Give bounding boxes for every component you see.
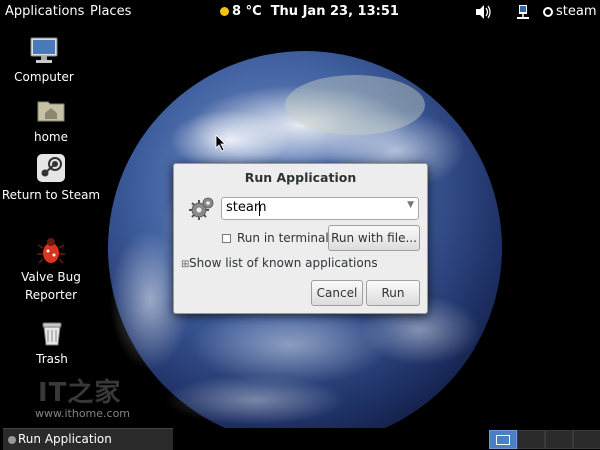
run-in-terminal-label: Run in terminal — [237, 231, 329, 245]
run-in-terminal-checkbox[interactable]: Run in terminal — [222, 231, 329, 245]
bug-icon — [37, 238, 65, 264]
run-button[interactable]: Run — [366, 280, 420, 306]
text-caret — [259, 201, 260, 216]
desktop-icon-label: Computer — [14, 70, 74, 84]
workspace-3[interactable] — [545, 430, 573, 449]
workspace-1[interactable] — [489, 430, 517, 449]
desktop-icon-label: home — [33, 130, 69, 144]
desktop-icon-trash[interactable]: Trash — [2, 316, 102, 368]
user-menu[interactable]: steam — [543, 0, 597, 24]
desktop-icon-computer[interactable]: Computer — [0, 34, 94, 86]
window-thumbnail-icon — [496, 435, 510, 445]
run-application-dialog: Run Application steam ▼ Run in terminal … — [173, 163, 428, 314]
weather-temperature: 8 °C — [232, 4, 262, 19]
expander-plus-icon: ⊞ — [181, 259, 190, 270]
dialog-title: Run Application — [244, 170, 357, 185]
taskbar-item-run-application[interactable]: Run Application — [3, 428, 173, 450]
watermark-logo: IT之家 — [38, 372, 121, 409]
top-panel: Applications Places 8 °C Thu Jan 23, 13:… — [0, 0, 600, 24]
gears-icon — [189, 197, 214, 220]
show-list-expander[interactable]: ⊞Show list of known applications — [181, 256, 378, 270]
run-with-file-button[interactable]: Run with file... — [328, 225, 420, 251]
desktop-icon-valve-bug-reporter[interactable]: Valve Bug Reporter — [1, 234, 101, 304]
command-input-value: steam — [226, 200, 267, 215]
home-folder-icon — [37, 101, 65, 122]
watermark-brand: IT之家 — [38, 378, 122, 408]
desktop-icon-label: Valve Bug Reporter — [21, 270, 81, 302]
applications-menu[interactable]: Applications — [5, 0, 84, 24]
bottom-panel: Run Application — [0, 428, 600, 450]
clock[interactable]: 8 °C Thu Jan 23, 13:51 — [220, 0, 399, 24]
command-input[interactable]: steam ▼ — [221, 197, 419, 220]
network-icon[interactable] — [516, 0, 530, 24]
volume-icon[interactable] — [474, 0, 492, 24]
desktop-icon-return-to-steam[interactable]: Return to Steam — [1, 152, 101, 204]
trash-icon — [42, 322, 62, 346]
computer-icon — [30, 37, 58, 63]
watermark-url: www.ithome.com — [35, 407, 131, 420]
workspace-4[interactable] — [573, 430, 600, 449]
workspace-2[interactable] — [517, 430, 545, 449]
gears-small-icon — [8, 435, 16, 444]
show-list-label: Show list of known applications — [189, 256, 378, 270]
desktop-icon-label: Trash — [36, 352, 68, 366]
places-menu[interactable]: Places — [90, 0, 131, 24]
steam-tray-icon — [543, 6, 553, 17]
cancel-button[interactable]: Cancel — [311, 280, 363, 306]
chevron-down-icon[interactable]: ▼ — [407, 200, 414, 210]
steam-icon — [37, 154, 65, 182]
date-time: Thu Jan 23, 13:51 — [270, 4, 399, 19]
checkbox-icon — [222, 234, 231, 243]
desktop-icon-label: Return to Steam — [1, 188, 101, 202]
weather-sun-icon — [220, 7, 229, 16]
user-name: steam — [556, 4, 597, 19]
desktop-icon-home[interactable]: home — [1, 94, 101, 146]
taskbar-item-label: Run Application — [18, 432, 112, 446]
